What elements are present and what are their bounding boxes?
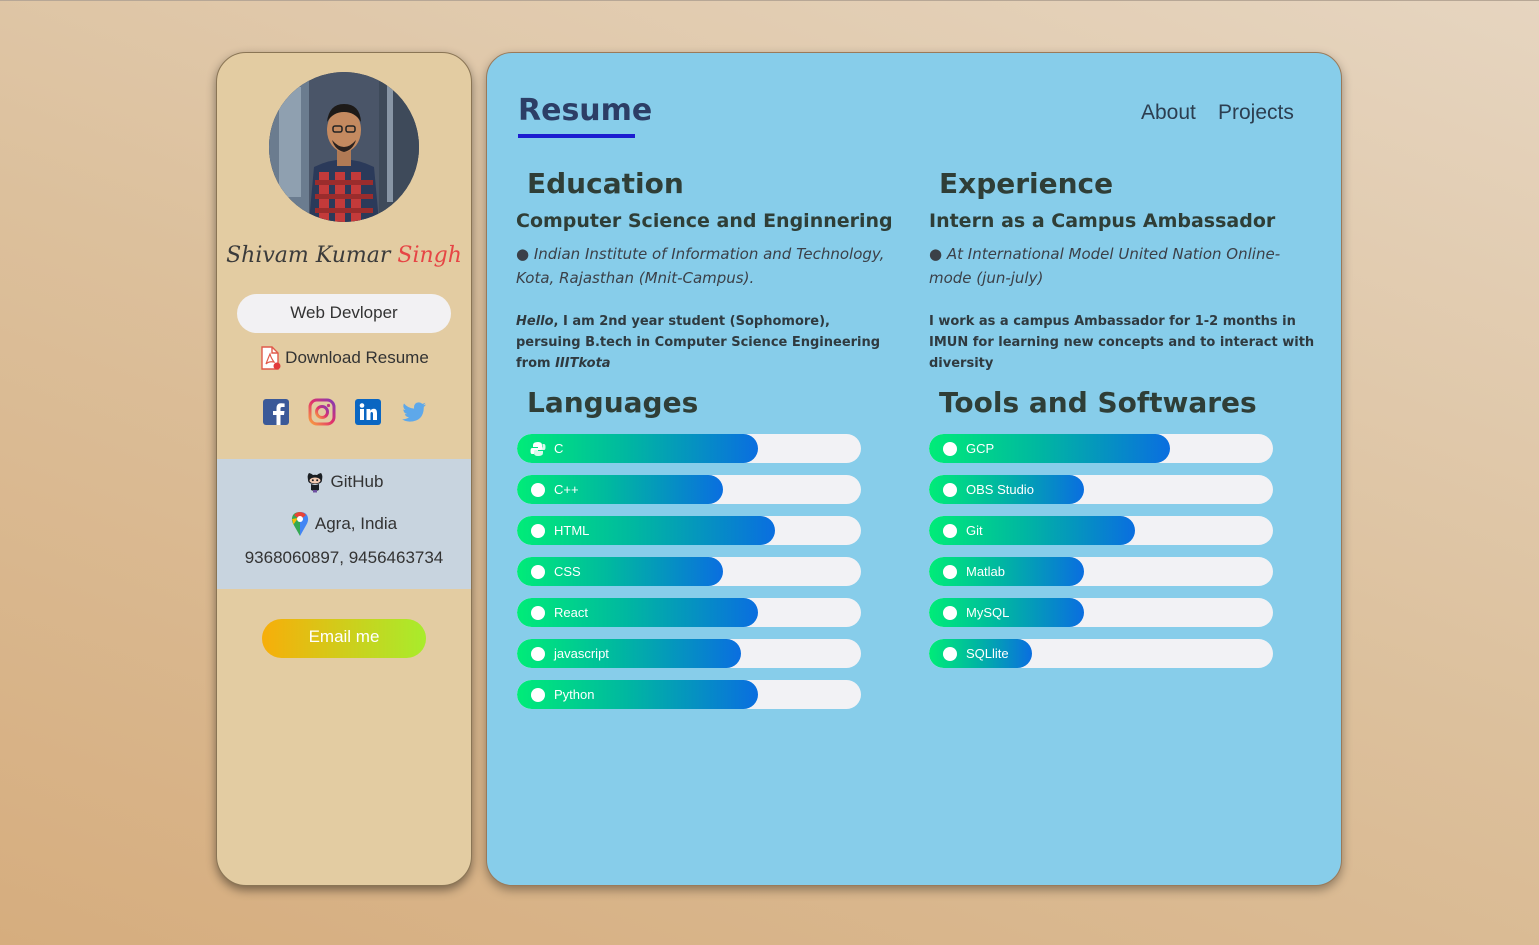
tool-bar-fill (929, 516, 1135, 545)
tool-label: Git (966, 523, 983, 538)
github-octocat-icon (307, 473, 322, 493)
tool-bar: MySQL (929, 598, 1273, 627)
nav-about[interactable]: About (1141, 101, 1196, 125)
tool-label: MySQL (966, 605, 1010, 620)
language-bar: C (517, 434, 861, 463)
education-heading: Education (527, 167, 684, 200)
bio-hello: Hello (516, 314, 554, 329)
language-label: Python (554, 687, 595, 702)
bullet-icon (943, 565, 957, 579)
github-link[interactable]: GitHub (217, 471, 471, 493)
resume-panel: Resume About Projects Education Computer… (486, 52, 1342, 886)
language-bar-fill (517, 639, 741, 668)
name-last: Singh (397, 243, 462, 268)
bullet-icon (531, 483, 545, 497)
profile-sidebar: Shivam Kumar Singh Web Devloper Download… (216, 52, 472, 886)
phone-numbers: 9368060897, 9456463734 (244, 548, 444, 567)
language-label: HTML (554, 523, 590, 538)
languages-bars: C C++ HTML CSS React javascript Python (517, 434, 861, 721)
tool-bar: Matlab (929, 557, 1273, 586)
avatar (269, 72, 419, 222)
bullet-icon (531, 565, 545, 579)
tool-bar: SQLlite (929, 639, 1273, 668)
language-bar-fill (517, 557, 723, 586)
experience-role: Intern as a Campus Ambassador (929, 210, 1276, 232)
tools-heading: Tools and Softwares (939, 386, 1257, 419)
bullet-icon (531, 688, 545, 702)
bullet-icon (943, 606, 957, 620)
tool-bar: GCP (929, 434, 1273, 463)
language-bar-fill (517, 475, 723, 504)
page-title: Resume (518, 93, 653, 128)
language-bar: javascript (517, 639, 861, 668)
name-first: Shivam Kumar (226, 243, 391, 268)
download-resume-link[interactable]: Download Resume (217, 346, 471, 370)
bullet-icon (531, 606, 545, 620)
title-underline (518, 134, 635, 138)
language-label: CSS (554, 564, 581, 579)
social-links (262, 398, 428, 426)
linkedin-icon[interactable] (354, 398, 382, 426)
tool-label: OBS Studio (966, 482, 1034, 497)
tool-bar: OBS Studio (929, 475, 1273, 504)
language-bar: C++ (517, 475, 861, 504)
language-label: C (554, 441, 564, 456)
language-bar: Python (517, 680, 861, 709)
language-bar: React (517, 598, 861, 627)
language-bar: HTML (517, 516, 861, 545)
languages-heading: Languages (527, 386, 699, 419)
profile-name: Shivam Kumar Singh (217, 243, 471, 268)
bullet-icon (943, 442, 957, 456)
facebook-icon[interactable] (262, 398, 290, 426)
pdf-icon (261, 346, 281, 370)
bullet-icon (531, 647, 545, 661)
bullet-icon (531, 524, 545, 538)
twitter-icon[interactable] (400, 398, 428, 426)
location-label: Agra, India (314, 514, 398, 533)
bullet-icon (943, 483, 957, 497)
tool-bar: Git (929, 516, 1273, 545)
language-label: C++ (554, 482, 579, 497)
top-border (0, 0, 1539, 1)
bullet-icon (943, 524, 957, 538)
contact-panel: GitHub Agra, India 9368060897, 945646373… (217, 459, 471, 589)
experience-detail: ● At International Model United Nation O… (929, 245, 1281, 287)
nav-projects[interactable]: Projects (1218, 101, 1294, 125)
education-bio: Hello, I am 2nd year student (Sophomore)… (516, 311, 896, 374)
experience-bio: I work as a campus Ambassador for 1-2 mo… (929, 314, 1315, 371)
tool-label: GCP (966, 441, 995, 456)
language-label: javascript (554, 646, 609, 661)
tool-label: Matlab (966, 564, 1006, 579)
education-degree: Computer Science and Enginnering (516, 210, 893, 232)
bullet-icon (943, 647, 957, 661)
python-icon (530, 442, 546, 456)
instagram-icon[interactable] (308, 398, 336, 426)
bio-college: IIITkota (555, 356, 611, 371)
language-label: React (554, 605, 588, 620)
github-label: GitHub (330, 472, 384, 491)
location-item: Agra, India (217, 511, 471, 537)
avatar-photo (269, 72, 419, 222)
tools-bars: GCP OBS Studio Git Matlab MySQL SQLlite (929, 434, 1273, 680)
tool-label: SQLlite (966, 646, 1009, 661)
experience-heading: Experience (939, 167, 1114, 200)
download-resume-label: Download Resume (285, 348, 429, 367)
map-pin-icon (291, 512, 308, 536)
education-institute: ● Indian Institute of Information and Te… (516, 245, 885, 287)
email-me-button[interactable]: Email me (262, 619, 426, 658)
role-badge: Web Devloper (237, 294, 451, 333)
language-bar: CSS (517, 557, 861, 586)
